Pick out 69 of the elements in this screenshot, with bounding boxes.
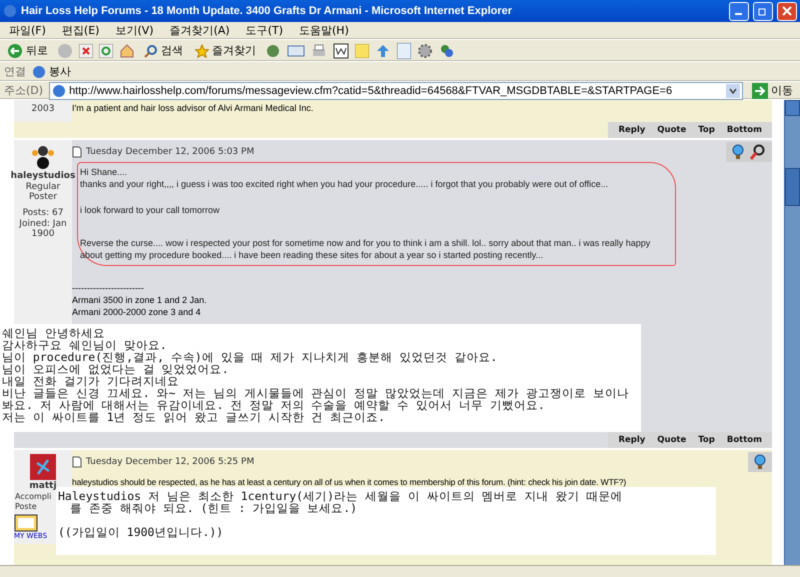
menu-item[interactable]: 보기(V)	[110, 22, 159, 39]
post-action-link[interactable]: Bottom	[726, 435, 762, 445]
back-button[interactable]: 뒤로	[4, 40, 51, 60]
lightbulb-icon[interactable]	[754, 454, 766, 470]
menu-item[interactable]: 도구(T)	[240, 22, 288, 39]
post-text: i look forward to your call tomorrow	[80, 204, 221, 216]
member-rank: Poste	[14, 502, 37, 511]
username[interactable]: haleystudios	[10, 171, 76, 181]
post-action-link[interactable]: Reply	[618, 435, 646, 445]
star-icon	[195, 44, 209, 58]
lightbulb-icon[interactable]	[732, 144, 744, 160]
address-label: 주소(D)	[4, 83, 44, 98]
stop-icon[interactable]	[79, 44, 93, 58]
note-line: 님이 오피스에 없었다는 걸 잊었었어요.	[2, 363, 229, 375]
note-line: 쉐인님 안녕하세요	[2, 327, 106, 339]
menu-item[interactable]: 편집(E)	[56, 22, 104, 39]
search-icon	[144, 44, 158, 58]
post-date: Tuesday December 12, 2006 5:03 PM	[86, 147, 256, 157]
member-rank: Regular Poster	[24, 182, 62, 202]
post-text: haleystudios should be respected, as he has at least a century on all of us when it comes to membership of this forum. (hint: check his join date. WTF?)	[72, 476, 628, 488]
signature-text: ------------------------	[72, 282, 145, 294]
restore-icon	[758, 6, 768, 16]
minimize-button[interactable]	[729, 2, 749, 20]
post-action-link[interactable]: Quote	[657, 435, 686, 445]
refresh-icon[interactable]	[99, 44, 113, 58]
post-action-link[interactable]: Quote	[657, 125, 686, 135]
gear-icon[interactable]	[417, 42, 433, 58]
post-action-link[interactable]: Bottom	[726, 125, 762, 135]
print-icon[interactable]	[311, 42, 327, 58]
member-info: 2003	[32, 104, 54, 114]
favorites-button[interactable]: 즐겨찾기	[192, 41, 259, 60]
post-text: I'm a patient and hair loss advisor of Alvi Armani Medical Inc.	[72, 102, 314, 114]
post-action-link[interactable]: Top	[698, 125, 715, 135]
note-line: 내일 전화 걸기가 기다려지네요	[2, 375, 179, 387]
links-bar-link[interactable]: 봉사	[32, 64, 71, 79]
note-line: 감사하구요 쉐인님이 맞아요.	[2, 339, 168, 351]
go-button[interactable]: 이동	[749, 80, 796, 100]
close-icon	[782, 6, 792, 16]
upload-icon[interactable]	[375, 42, 391, 58]
links-label: 연결	[4, 64, 26, 79]
note-line: 저는 이 싸이트를 1년 정도 읽어 왔고 글쓰기 시작한 건 최근이죠.	[2, 411, 386, 423]
post-date: Tuesday December 12, 2006 5:25 PM	[86, 457, 256, 467]
post-action-link[interactable]: Reply	[618, 125, 646, 135]
post-action-link[interactable]: Top	[698, 435, 715, 445]
window-title: Hair Loss Help Forums - 18 Month Update. 3400 Grafts Dr Armani - Microsoft Internet Explorer	[21, 5, 514, 17]
note-line: 비난 글들은 신경 끄세요. 와~ 저는 님의 게시물들에 관심이 정말 많았었는데 지금은 제가 광고쟁이로 보이나봐요. 저 사람에 대해서는 유감이네요. 전 정말 저의 수술을 예약할 수 있어서 너무 기뻤어요.	[2, 387, 630, 411]
dropdown-icon[interactable]	[726, 84, 740, 98]
note-line: ((가입일이 1900년입니다.))	[58, 526, 224, 538]
search-icon[interactable]	[750, 144, 766, 160]
member-rank: Accompli	[14, 492, 52, 501]
post-text: thanks and your right,,,, i guess i was too excited right when you had your procedure..... i forgot that you probably were out of office...	[80, 178, 610, 190]
member-info: Posts: 67	[22, 208, 64, 218]
menu-item[interactable]: 파일(F)	[4, 22, 51, 39]
search-button[interactable]: 검색	[141, 41, 186, 60]
restore-button[interactable]	[753, 2, 773, 20]
menu-item[interactable]: 즐겨찾기(A)	[164, 22, 235, 39]
scrollbar[interactable]	[784, 100, 800, 565]
username[interactable]: mattj	[29, 481, 57, 491]
signature-text: Armani 2000-2000 zone 3 and 4	[72, 306, 202, 318]
address-field[interactable]: http://www.hairlosshelp.com/forums/messageview.cfm?catid=5&threadid=64568&FTVAR_MSGDBTABLE=&STARTPAGE=6	[49, 82, 743, 100]
home-icon[interactable]	[119, 42, 135, 58]
post-text: Hi Shane....	[80, 166, 128, 178]
signature-text: Armani 3500 in zone 1 and 2 Jan.	[72, 294, 208, 306]
member-info: Joined: Jan 1900	[19, 219, 67, 239]
note-line: 를 존중 해줘야 되요. (힌트 : 가입일을 보세요.)	[70, 502, 358, 514]
menu-item[interactable]: 도움말(H)	[294, 22, 354, 39]
note-line: Haleystudios 저 님은 최소한 1century(세기)라는 세월을 이 싸이트의 멤버로 지내 왔기 때문에	[58, 490, 624, 502]
note-line: 님이 procedure(진행,결과, 수속)에 있을 때 제가 지나치게 흥분해 있었던것 같아요.	[2, 351, 498, 363]
close-button[interactable]	[777, 2, 797, 20]
